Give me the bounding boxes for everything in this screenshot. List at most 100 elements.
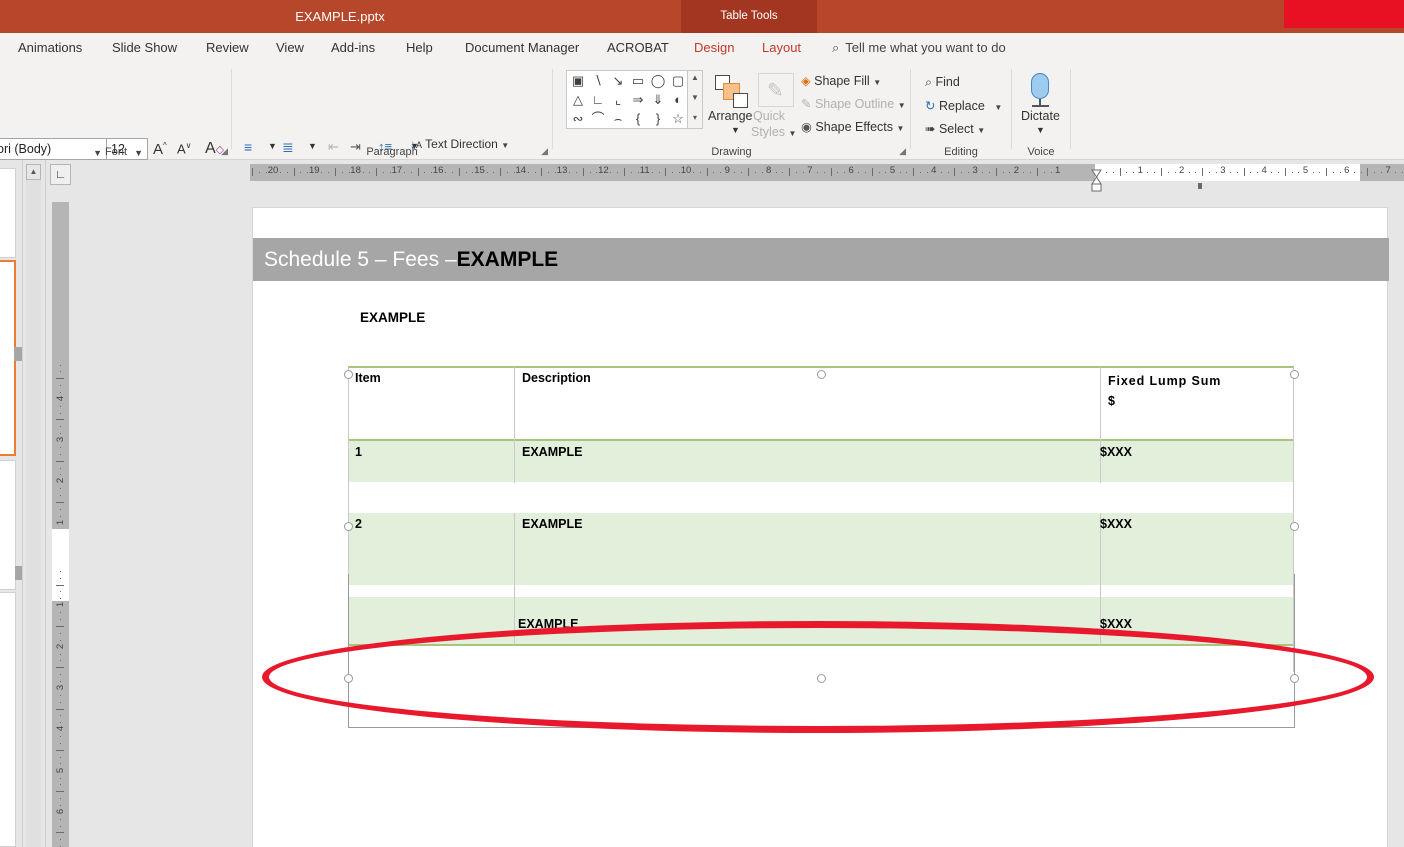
table-header-item[interactable]: Item: [351, 368, 511, 385]
horizontal-ruler[interactable]: 20 19 18 17 16 15 14 13 12 11 10 9 8 7 6 5 4 3 2 1 1 2 3 4 5 6 7: [250, 164, 1404, 181]
shapes-gallery[interactable]: ▣ ∖ ↘ ▭ ◯ ▢ △ ∟ ⌞ ⇒ ⇓ ◐ ∾ ⌒ ⌢ { } ☆: [566, 70, 688, 129]
tab-view[interactable]: View: [276, 33, 304, 63]
shape-rectangle-icon[interactable]: ▭: [628, 71, 648, 90]
ruler-dot: [1023, 172, 1025, 173]
quick-styles-line2[interactable]: Styles ▼: [751, 125, 796, 139]
arrange-button[interactable]: Arrange: [708, 109, 752, 123]
scroll-up-icon[interactable]: ▲: [688, 73, 702, 82]
tab-animations[interactable]: Animations: [18, 33, 82, 63]
slide-canvas[interactable]: Schedule 5 – Fees – EXAMPLE EXAMPLE Item…: [252, 207, 1389, 847]
shapes-more-icon[interactable]: ▾: [688, 113, 702, 122]
pane-divider[interactable]: [45, 160, 46, 847]
ruler-dot: [947, 172, 949, 173]
paragraph-dialog-launcher-icon[interactable]: ◢: [541, 146, 548, 157]
drawing-dialog-launcher-icon[interactable]: ◢: [899, 146, 906, 157]
shape-fill-button[interactable]: ◈ Shape Fill ▼: [801, 73, 881, 88]
thumbnail-scrollbar-track[interactable]: [26, 180, 41, 847]
find-button[interactable]: ⌕ Find: [925, 75, 960, 90]
replace-button[interactable]: ↻ Replace ▼: [925, 98, 1002, 113]
shape-right-arrow-icon[interactable]: ⇒: [628, 90, 648, 109]
shape-oval-icon[interactable]: ◯: [648, 71, 668, 90]
tab-add-ins[interactable]: Add-ins: [331, 33, 375, 63]
selection-handle-middle-left[interactable]: [344, 522, 353, 531]
table-cell-amount-3[interactable]: $XXX: [1096, 614, 1291, 631]
shape-left-brace-icon[interactable]: {: [628, 109, 648, 128]
tab-review[interactable]: Review: [206, 33, 249, 63]
tell-me-search[interactable]: ⌕ Tell me what you want to do: [832, 33, 1006, 63]
shape-arrow-icon[interactable]: ↘: [608, 71, 628, 90]
shape-star-icon[interactable]: ☆: [668, 109, 687, 128]
left-indent-marker[interactable]: [1091, 179, 1102, 192]
selection-handle-top-left[interactable]: [344, 370, 353, 379]
select-button[interactable]: ➠ Select ▼: [925, 121, 985, 136]
ruler-dot: [1291, 172, 1293, 173]
selection-handle-top-center[interactable]: [817, 370, 826, 379]
tab-stop-marker[interactable]: [1198, 183, 1202, 189]
slide-title-band[interactable]: Schedule 5 – Fees – EXAMPLE: [253, 238, 1389, 281]
tab-slide-show[interactable]: Slide Show: [112, 33, 177, 63]
ruler-tick: 10: [680, 165, 692, 176]
slide-thumbnail[interactable]: [0, 460, 22, 590]
dictate-label[interactable]: Dictate: [1021, 109, 1060, 123]
tab-stop-selector-button[interactable]: ∟: [50, 164, 71, 185]
arrange-label: Arrange: [708, 109, 753, 123]
tab-document-manager[interactable]: Document Manager: [465, 33, 579, 63]
shape-triangle-icon[interactable]: △: [568, 90, 588, 109]
quick-styles-line1[interactable]: Quick: [753, 109, 785, 123]
slide-thumbnail-selected[interactable]: [0, 260, 22, 456]
tab-acrobat[interactable]: ACROBAT: [607, 33, 669, 63]
shape-pie-icon[interactable]: ◐: [668, 90, 687, 109]
shape-text-box-icon[interactable]: ▣: [568, 71, 588, 90]
shape-effects-button[interactable]: ◉ Shape Effects ▼: [801, 119, 904, 134]
thumbnail-scroll-up-button[interactable]: ▲: [26, 164, 41, 180]
contextual-tab-table-tools[interactable]: Table Tools: [681, 0, 817, 33]
dictate-dropdown-icon[interactable]: ▼: [1036, 125, 1045, 135]
window-close-button[interactable]: [1284, 0, 1404, 28]
ruler-minor-tick: [913, 168, 915, 176]
fees-table[interactable]: Item Description Fixed Lump Sum $ 1 EXAM…: [348, 366, 1294, 672]
ruler-dot: [734, 172, 736, 173]
shape-down-arrow-icon[interactable]: ⇓: [648, 90, 668, 109]
table-header-description[interactable]: Description: [518, 368, 1093, 385]
shapes-gallery-scrollbar[interactable]: ▲ ▼ ▾: [688, 70, 703, 129]
ruler-dot: [1167, 172, 1169, 173]
tab-design[interactable]: Design: [694, 33, 734, 63]
ruler-minor-tick: [500, 168, 502, 176]
shape-scribble-icon[interactable]: ∾: [568, 109, 588, 128]
tab-layout[interactable]: Layout: [762, 33, 801, 63]
shape-elbow-connector-icon[interactable]: ∟: [588, 90, 608, 109]
ruler-dot: [1271, 172, 1273, 173]
vertical-ruler[interactable]: 432112345678910: [52, 202, 69, 847]
slide-thumbnail[interactable]: [0, 168, 16, 258]
table-cell-description-2[interactable]: EXAMPLE: [518, 514, 1093, 531]
shape-elbow-arrow-connector-icon[interactable]: ⌞: [608, 90, 628, 109]
selection-handle-top-right[interactable]: [1290, 370, 1299, 379]
shape-curve-icon[interactable]: ⌒: [588, 109, 608, 128]
table-cell-amount-2[interactable]: $XXX: [1096, 514, 1291, 531]
shape-outline-button[interactable]: ✎ Shape Outline ▼: [801, 96, 906, 111]
tab-help[interactable]: Help: [406, 33, 433, 63]
microphone-icon[interactable]: [1031, 73, 1049, 99]
shape-line-icon[interactable]: ∖: [588, 71, 608, 90]
shape-right-brace-icon[interactable]: }: [648, 109, 668, 128]
scroll-down-icon[interactable]: ▼: [688, 93, 702, 102]
slide-thumbnail[interactable]: [0, 592, 16, 847]
table-header-amount-line1[interactable]: Fixed Lump Sum: [1104, 371, 1289, 388]
red-ellipse-annotation[interactable]: [262, 621, 1374, 733]
table-cell-item-2[interactable]: 2: [351, 514, 511, 531]
shape-rounded-rectangle-icon[interactable]: ▢: [668, 71, 687, 90]
table-header-amount-line2[interactable]: $: [1104, 391, 1289, 408]
table-cell-item-1[interactable]: 1: [351, 442, 511, 459]
shape-arc-icon[interactable]: ⌢: [608, 109, 628, 128]
pane-divider[interactable]: [22, 160, 23, 847]
font-dialog-launcher-icon[interactable]: ◢: [221, 146, 228, 157]
slide-thumbnail-pane[interactable]: [0, 160, 22, 847]
ruler-dot: [286, 172, 288, 173]
arrange-dropdown-icon[interactable]: ▼: [731, 125, 740, 135]
table-cell-amount-1[interactable]: $XXX: [1096, 442, 1291, 459]
selection-handle-middle-right[interactable]: [1290, 522, 1299, 531]
table-cell-description-1[interactable]: EXAMPLE: [518, 442, 1093, 459]
table-cell-item-3[interactable]: [351, 614, 511, 617]
slide-subtitle[interactable]: EXAMPLE: [360, 310, 425, 325]
ruler-dot: [60, 763, 61, 765]
